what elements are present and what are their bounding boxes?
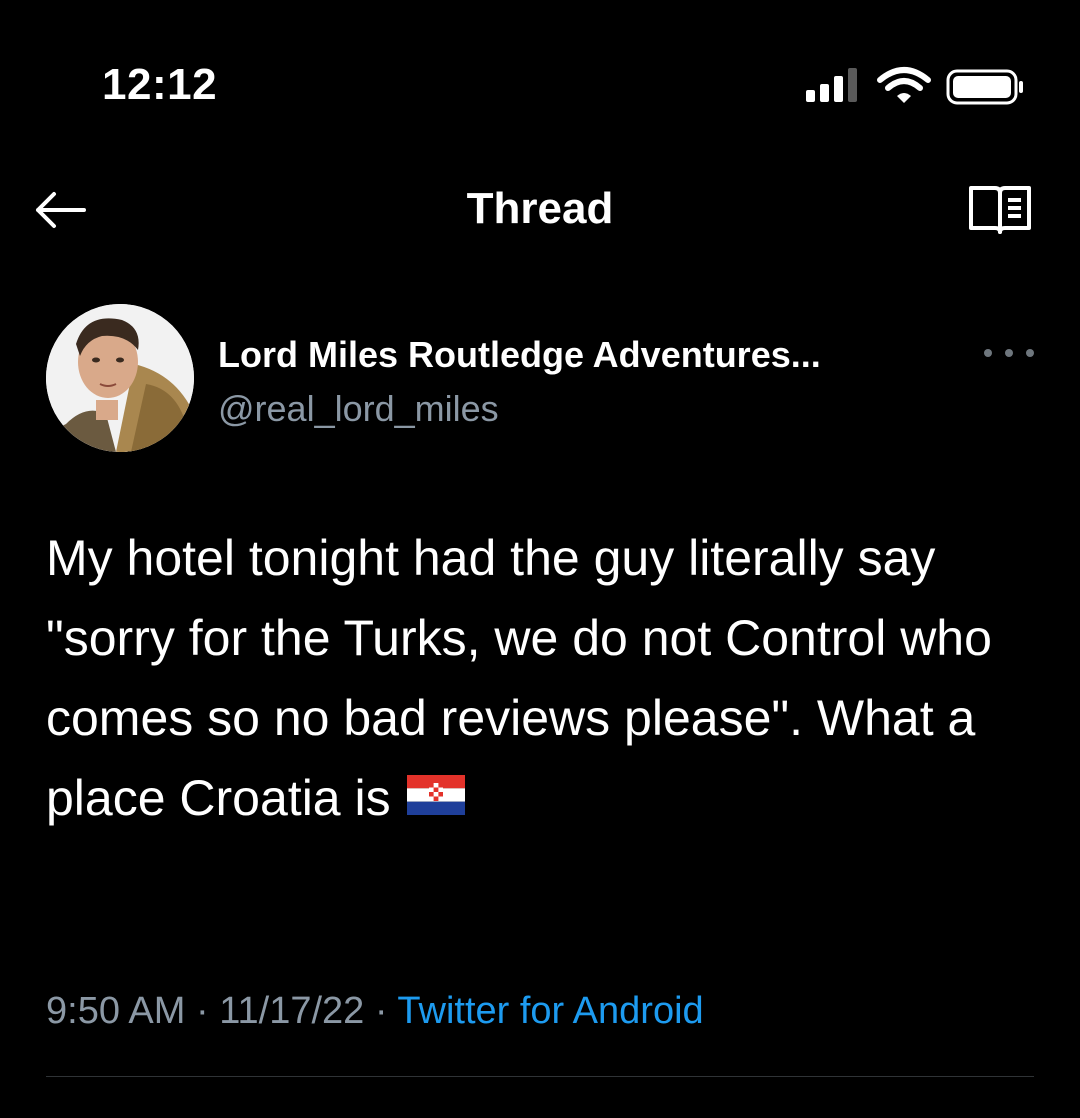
wifi-icon: [877, 67, 931, 103]
avatar[interactable]: [46, 304, 194, 452]
user-handle[interactable]: @real_lord_miles: [218, 388, 499, 430]
more-options-button[interactable]: [984, 340, 1034, 366]
tweet-body: My hotel tonight had the guy literally s…: [46, 518, 1036, 842]
croatia-flag-icon: [406, 758, 465, 838]
status-bar: 12:12: [0, 0, 1080, 150]
display-name[interactable]: Lord Miles Routledge Adventures...: [218, 334, 821, 376]
reader-mode-icon: [969, 186, 1031, 234]
tweet-source-link[interactable]: Twitter for Android: [397, 990, 703, 1032]
status-time: 12:12: [102, 60, 218, 109]
reader-mode-button[interactable]: [960, 180, 1040, 240]
tweet-header: Lord Miles Routledge Adventures... @real…: [46, 304, 1036, 456]
nav-bar: Thread: [0, 160, 1080, 260]
more-dot-icon: [984, 349, 992, 357]
more-dot-icon: [1005, 349, 1013, 357]
tweet-date: 11/17/22: [219, 990, 365, 1032]
cellular-signal-icon: [806, 68, 857, 102]
divider: [46, 1076, 1034, 1077]
more-dot-icon: [1026, 349, 1034, 357]
profile-photo: [46, 304, 194, 452]
tweet-text: My hotel tonight had the guy literally s…: [46, 530, 992, 826]
meta-separator: ·: [374, 990, 388, 1032]
status-icons: [800, 66, 1030, 108]
battery-icon: [946, 69, 1023, 105]
tweet-meta: 9:50 AM · 11/17/22 · Twitter for Android: [46, 990, 704, 1033]
tweet-time: 9:50 AM: [46, 990, 186, 1032]
page-title: Thread: [466, 184, 614, 233]
meta-separator: ·: [195, 990, 209, 1032]
